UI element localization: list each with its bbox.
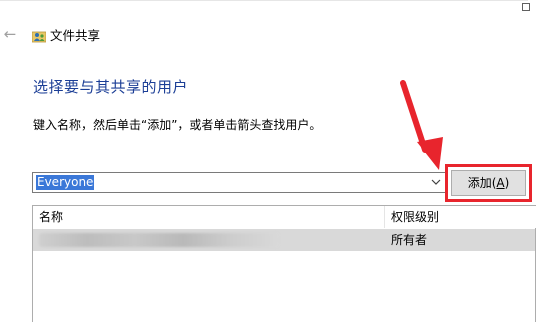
back-arrow-icon[interactable]: ←	[3, 27, 17, 42]
users-table: 名称 权限级别 所有者	[32, 205, 536, 322]
add-button[interactable]: 添加(A)	[445, 164, 532, 202]
add-button-mnemonic: A	[496, 176, 505, 190]
permission-level: 所有者	[391, 233, 428, 247]
column-header-name[interactable]: 名称	[33, 206, 385, 228]
column-header-permission[interactable]: 权限级别	[386, 206, 536, 228]
table-row[interactable]: 所有者	[33, 229, 535, 251]
file-sharing-icon	[32, 31, 46, 43]
user-combo-box[interactable]: Everyone	[32, 172, 446, 193]
window-title: 文件共享	[50, 28, 101, 43]
maximize-icon[interactable]	[522, 3, 530, 11]
page-heading: 选择要与其共享的用户	[33, 78, 189, 96]
red-pointer-arrow	[400, 80, 443, 170]
add-button-label: 添加	[467, 176, 492, 190]
chevron-down-icon[interactable]	[431, 176, 441, 188]
window-top-edge	[0, 0, 528, 1]
combo-selected-text[interactable]: Everyone	[36, 175, 95, 190]
redacted-user-name	[39, 233, 279, 247]
instruction-text: 键入名称，然后单击“添加”，或者单击箭头查找用户。	[33, 118, 322, 132]
